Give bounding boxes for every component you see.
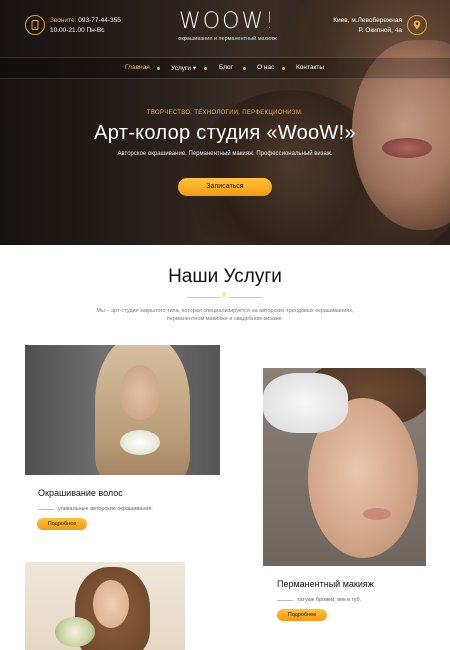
bridal-makeup-photo[interactable] xyxy=(25,562,185,650)
permanent-makeup-photo[interactable] xyxy=(263,368,426,566)
hero-banner: Звоните: 093-77-44-355 10.00-21.00 Пн-Вс… xyxy=(0,0,450,245)
divider-left xyxy=(187,297,221,298)
address-line-2: Р. Окипной, 4а xyxy=(358,27,402,34)
location-pin-icon[interactable] xyxy=(407,15,427,35)
phone-label: Звоните: xyxy=(50,17,77,24)
card-desc-line xyxy=(277,600,293,601)
services-title: Наши Услуги xyxy=(168,266,282,287)
nav-separator xyxy=(282,67,285,70)
hero-title: Арт-колор студия «WooW!» xyxy=(94,122,356,144)
divider-ornament: !! xyxy=(222,292,226,299)
hair-coloring-photo[interactable] xyxy=(25,345,220,475)
phone-number[interactable]: 093-77-44-355 xyxy=(78,17,121,24)
main-nav: Главная Услуги ▾ Блог О нас Контакты xyxy=(0,57,450,79)
nav-item-about[interactable]: О нас xyxy=(257,64,274,71)
working-hours: 10.00-21.00 Пн-Вс xyxy=(50,27,105,34)
logo-text: WOOW xyxy=(179,9,266,34)
phone-icon[interactable] xyxy=(25,15,45,35)
card-desc-line xyxy=(38,509,54,510)
logo-tagline: окрашивание и перманентный макияж xyxy=(178,36,277,42)
hero-kicker: ТВОРЧЕСТВО. ТЕХНОЛОГИИ. ПЕРФЕКЦИОНИЗМ. xyxy=(146,110,304,116)
logo-mark: ! xyxy=(265,9,276,34)
more-button-hair-coloring[interactable]: Подробнее xyxy=(37,518,87,530)
contact-info: Звоните: 093-77-44-355 10.00-21.00 Пн-Вс xyxy=(50,16,121,36)
site-logo[interactable]: WOOW! окрашивание и перманентный макияж xyxy=(165,9,290,43)
address-line-1: Киев, м.Левобережная xyxy=(333,17,402,24)
card-desc-permanent-makeup: татуаж бровей, век и губ. xyxy=(297,597,362,603)
hero-subtitle: Авторское окрашивание. Перманентный маки… xyxy=(117,151,333,157)
divider-right xyxy=(229,297,263,298)
nav-item-home[interactable]: Главная xyxy=(125,64,150,71)
nav-separator xyxy=(243,67,246,70)
top-bar: Звоните: 093-77-44-355 10.00-21.00 Пн-Вс… xyxy=(0,0,450,55)
nav-item-contacts[interactable]: Контакты xyxy=(296,64,324,71)
nav-item-services[interactable]: Услуги ▾ xyxy=(171,64,196,72)
card-desc-hair-coloring: уникальные авторские окрашивания. xyxy=(58,506,153,512)
services-description: Мы – арт-студия закрытого типа, которая … xyxy=(96,308,354,322)
more-button-permanent-makeup[interactable]: Подробнее xyxy=(277,609,327,621)
nav-item-blog[interactable]: Блог xyxy=(219,64,233,71)
card-title-hair-coloring[interactable]: Окрашивание волос xyxy=(38,488,123,498)
nav-separator xyxy=(204,67,207,70)
nav-separator xyxy=(157,67,160,70)
address-info: Киев, м.Левобережная Р. Окипной, 4а xyxy=(333,16,402,36)
signup-button[interactable]: Записаться xyxy=(178,178,272,196)
card-title-permanent-makeup[interactable]: Перманентный макияж xyxy=(277,579,374,589)
